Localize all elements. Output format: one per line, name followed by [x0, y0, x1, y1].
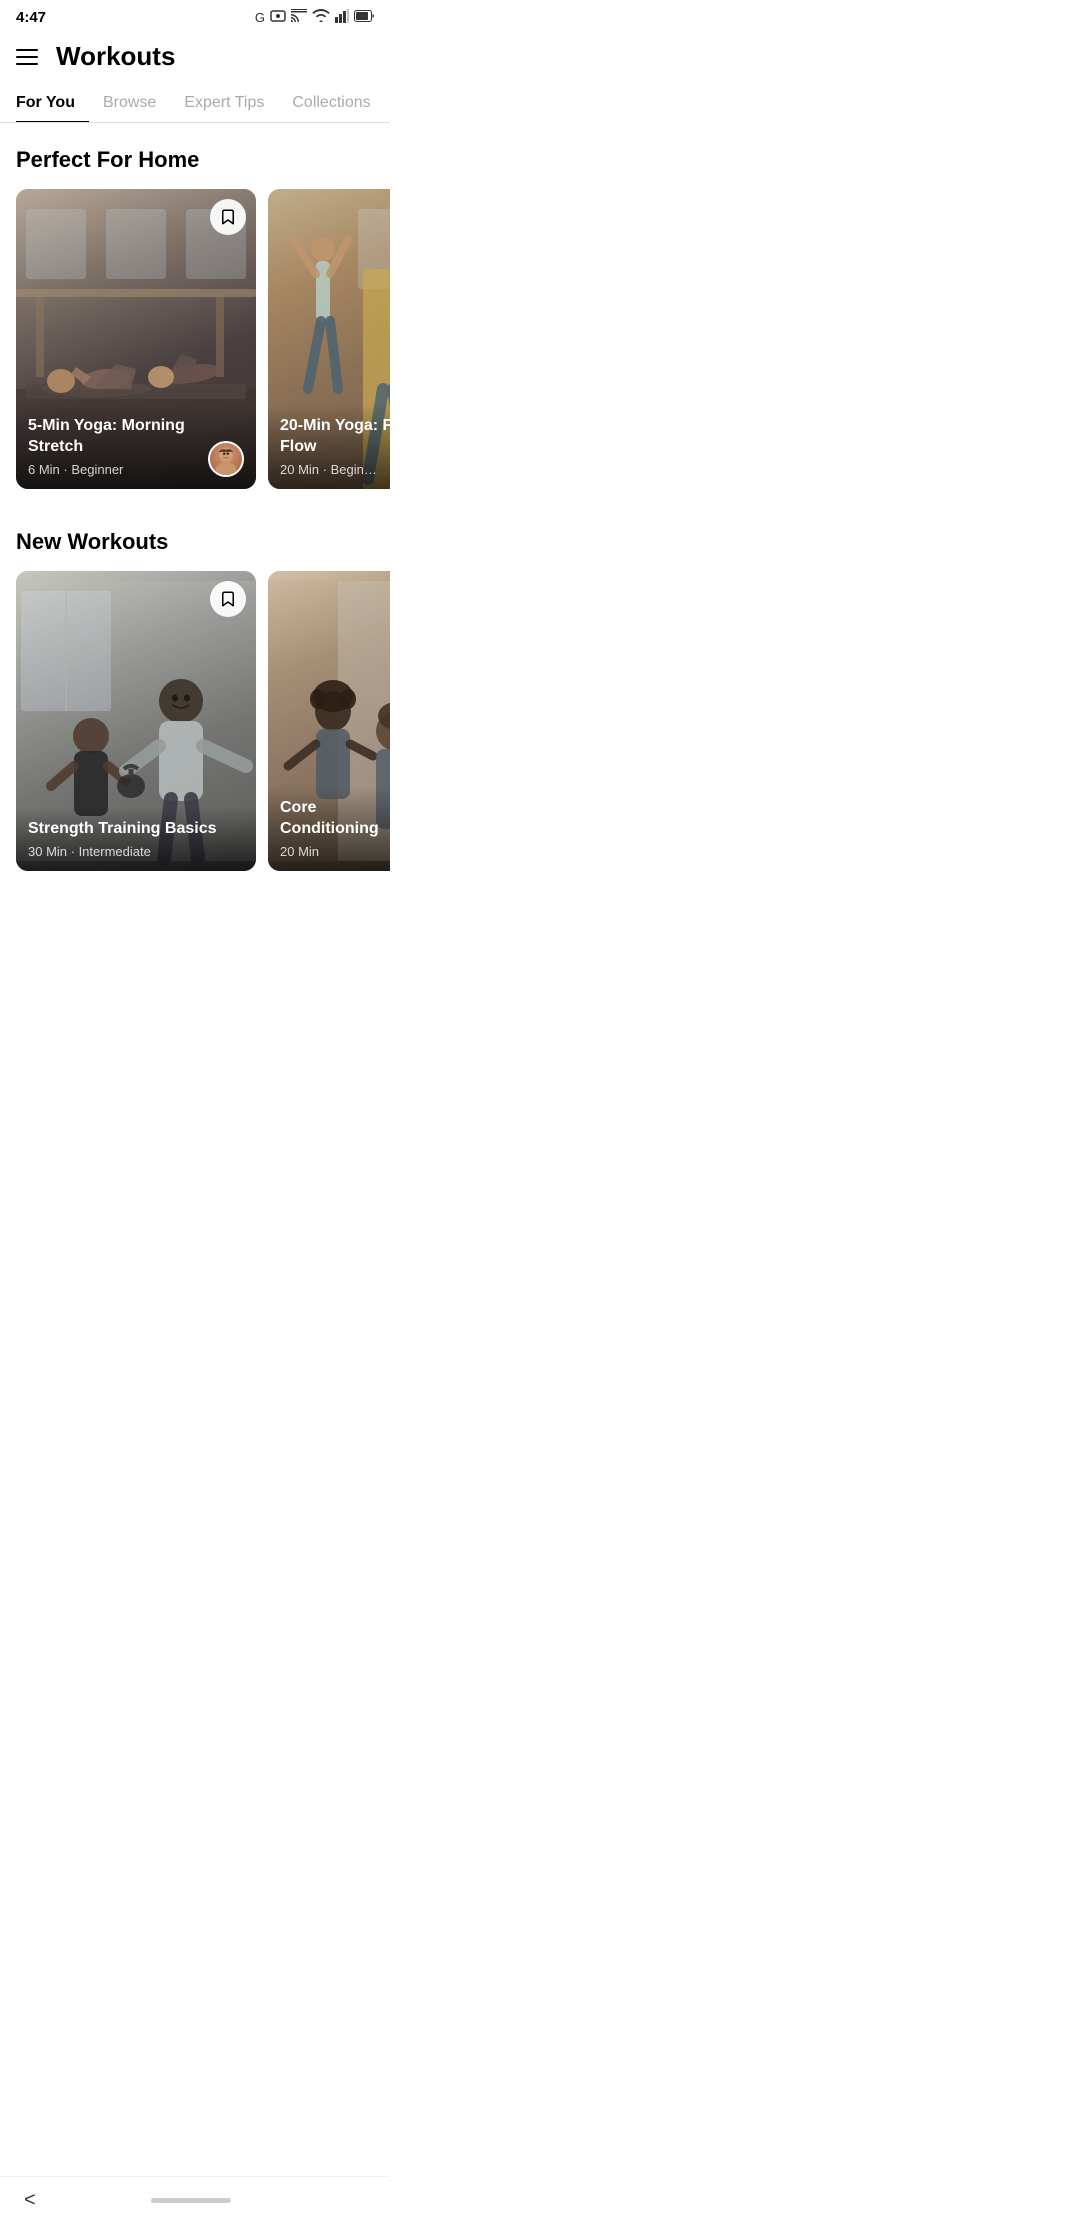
tab-trainers[interactable]: Trainers — [385, 84, 390, 122]
trainer-avatar-1 — [208, 441, 244, 477]
screenshot-icon — [270, 8, 286, 27]
card-info-4: Core Conditioning 20 Min — [268, 786, 390, 871]
new-workouts-section: New Workouts — [0, 505, 390, 887]
workout-card-strength[interactable]: Strength Training Basics 30 Min · Interm… — [16, 571, 256, 871]
menu-button[interactable] — [16, 49, 38, 65]
bottom-bar: < — [0, 2176, 390, 2220]
battery-icon — [354, 10, 374, 25]
status-icons: G — [255, 8, 374, 27]
workout-card-core[interactable]: Core Conditioning 20 Min — [268, 571, 390, 871]
tab-for-you[interactable]: For You — [16, 84, 89, 122]
card-title-4: Core Conditioning — [280, 798, 390, 840]
tab-expert-tips[interactable]: Expert Tips — [170, 84, 278, 122]
wifi-icon — [312, 9, 330, 26]
status-bar: 4:47 G — [0, 0, 390, 31]
card-title-3: Strength Training Basics — [28, 819, 244, 840]
tabs-bar: For You Browse Expert Tips Collections T… — [0, 84, 390, 123]
new-workouts-title: New Workouts — [16, 529, 374, 555]
card-meta-2: 20 Min · Begin… — [280, 462, 390, 477]
workout-card-yoga-morning[interactable]: 5-Min Yoga: Morning Stretch 6 Min · Begi… — [16, 189, 256, 489]
signal-icon — [335, 9, 349, 26]
home-indicator[interactable] — [151, 2198, 231, 2203]
status-time: 4:47 — [16, 9, 46, 26]
back-button[interactable]: < — [24, 2189, 36, 2212]
card-title-2: 20-Min Yoga: F… Flow — [280, 416, 390, 458]
perfect-for-home-section: Perfect For Home — [0, 123, 390, 505]
tab-collections[interactable]: Collections — [278, 84, 384, 122]
header: Workouts — [0, 31, 390, 84]
cast-icon — [291, 9, 307, 26]
bookmark-button-3[interactable] — [210, 581, 246, 617]
bookmark-button-1[interactable] — [210, 199, 246, 235]
tab-browse[interactable]: Browse — [89, 84, 170, 122]
new-workouts-cards: Strength Training Basics 30 Min · Interm… — [0, 571, 390, 875]
google-icon: G — [255, 10, 265, 25]
card-info-3: Strength Training Basics 30 Min · Interm… — [16, 807, 256, 871]
card-info-2: 20-Min Yoga: F… Flow 20 Min · Begin… — [268, 404, 390, 489]
perfect-for-home-cards: 5-Min Yoga: Morning Stretch 6 Min · Begi… — [0, 189, 390, 493]
page-title: Workouts — [56, 41, 175, 72]
workout-card-yoga-flow[interactable]: 20-Min Yoga: F… Flow 20 Min · Begin… — [268, 189, 390, 489]
card-meta-3: 30 Min · Intermediate — [28, 844, 244, 859]
perfect-for-home-title: Perfect For Home — [16, 147, 374, 173]
card-meta-4: 20 Min — [280, 844, 390, 859]
